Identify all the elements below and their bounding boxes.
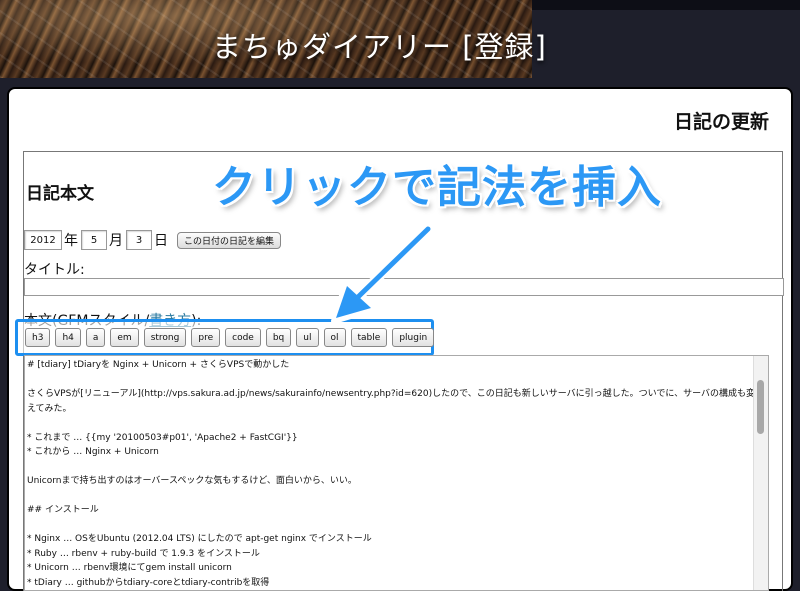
strong-button[interactable]: strong (143, 328, 187, 347)
editor-line: * tDiary … githubからtdiary-coreとtdiary-co… (27, 577, 270, 588)
table-button[interactable]: table (350, 328, 388, 347)
editor-line: * これまで … {{my '20100503#p01', 'Apache2 +… (27, 432, 298, 443)
ul-button[interactable]: ul (296, 328, 319, 347)
editor-line: * Nginx … OSをUbuntu (2012.04 LTS) にしたので … (27, 534, 372, 544)
pre-button[interactable]: pre (191, 328, 221, 347)
h4-button[interactable]: h4 (55, 328, 81, 347)
a-button[interactable]: a (85, 328, 106, 347)
editor-line: * Unicorn … rbenv環境にてgem install unicorn (27, 563, 232, 573)
editor-line: Unicornまで持ち出すのはオーバースペックな気もするけど、面白いから、いい。 (27, 476, 357, 486)
h3-button[interactable]: h3 (25, 328, 51, 347)
header-strip (532, 0, 800, 10)
month-input[interactable]: 5 (81, 230, 107, 250)
day-unit-label: 日 (154, 233, 168, 249)
date-row: 2012 年 5 月 3 日 この日付の日記を編集 (24, 230, 282, 250)
annotation-arrow-icon (331, 225, 433, 324)
year-unit-label: 年 (64, 233, 78, 249)
body-textarea[interactable]: # [tdiary] tDiaryを Nginx + Unicorn + さくら… (24, 355, 769, 591)
code-button[interactable]: code (225, 328, 261, 347)
editor-line: ## インストール (27, 505, 99, 515)
edit-date-button[interactable]: この日付の日記を編集 (177, 231, 282, 249)
editor-scrollbar[interactable] (753, 356, 768, 590)
title-label: タイトル: (24, 262, 85, 278)
body-text: # [tdiary] tDiaryを Nginx + Unicorn + さくら… (25, 356, 757, 590)
em-button[interactable]: em (110, 328, 139, 347)
editor-line: # [tdiary] tDiaryを Nginx + Unicorn + さくら… (27, 360, 290, 370)
day-input[interactable]: 3 (126, 230, 152, 250)
diary-form: 日記本文 2012 年 5 月 3 日 この日付の日記を編集 タイトル: 本文(… (15, 151, 784, 591)
annotation-callout: クリックで記法を挿入 (212, 162, 662, 213)
bq-button[interactable]: bq (265, 328, 292, 347)
site-title[interactable]: まちゅダイアリー [登録] (212, 24, 547, 66)
editor-line: * Ruby … rbenv + ruby-build で 1.9.3 をインス… (27, 548, 260, 559)
plugin-button[interactable]: plugin (392, 328, 435, 347)
editor-line: さくらVPSが[リニューアル](http://vps.sakura.ad.jp/… (27, 389, 756, 414)
page-heading: 日記の更新 (673, 111, 769, 133)
editor-line: * これから … Nginx + Unicorn (27, 447, 159, 457)
month-unit-label: 月 (109, 233, 123, 249)
ol-button[interactable]: ol (323, 328, 346, 347)
section-title: 日記本文 (26, 184, 94, 204)
scroll-thumb[interactable] (757, 380, 764, 434)
year-input[interactable]: 2012 (24, 230, 62, 250)
